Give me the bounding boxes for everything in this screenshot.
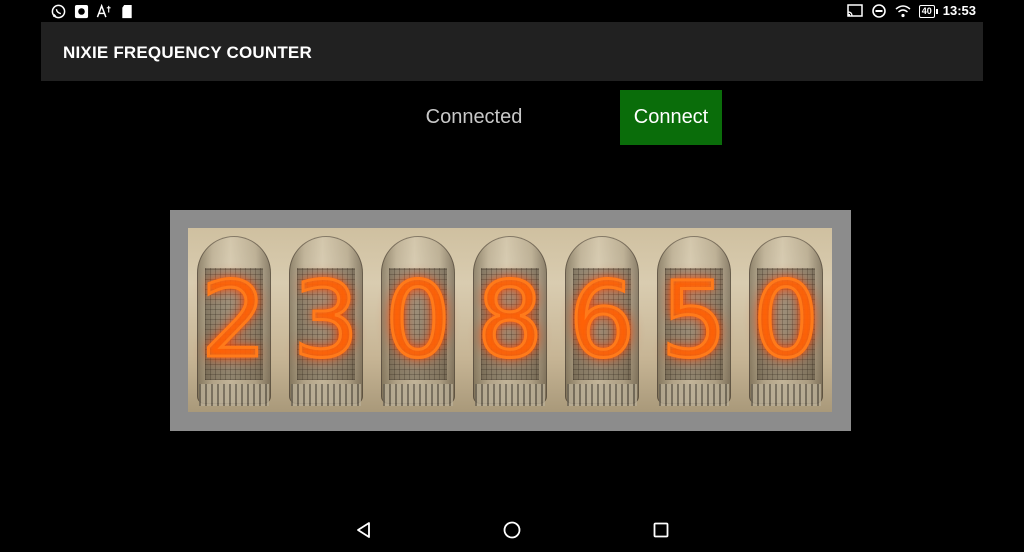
nixie-tube: 0: [372, 228, 464, 412]
status-bar: 40 13:53: [0, 0, 1024, 22]
tube-base: [383, 384, 453, 406]
back-icon[interactable]: [354, 520, 374, 540]
screen: 40 13:53 NIXIE FREQUENCY COUNTER Connect…: [0, 0, 1024, 552]
nixie-digit: 6: [567, 259, 636, 381]
navigation-bar: [0, 508, 1024, 552]
tube-base: [199, 384, 269, 406]
nixie-digit: 0: [383, 259, 452, 381]
tube-base: [291, 384, 361, 406]
nixie-digit: 2: [199, 259, 268, 381]
tube-base: [475, 384, 545, 406]
nixie-digit: 0: [751, 259, 820, 381]
battery-icon: 40: [918, 4, 938, 18]
nixie-display: 2308650: [170, 210, 851, 431]
nixie-digit: 8: [475, 259, 544, 381]
tube-base: [659, 384, 729, 406]
nixie-tube-row: 2308650: [188, 228, 832, 412]
nixie-tube: 6: [556, 228, 648, 412]
wifi-icon: [895, 3, 911, 19]
nixie-tube: 5: [648, 228, 740, 412]
nixie-tube: 8: [464, 228, 556, 412]
nixie-tube: 0: [740, 228, 832, 412]
font-icon: [96, 3, 112, 19]
notification-icons: [50, 3, 135, 19]
sd-card-icon: [119, 3, 135, 19]
connect-button[interactable]: Connect: [620, 90, 722, 145]
do-not-disturb-icon: [871, 3, 887, 19]
system-icons: 40 13:53: [846, 3, 976, 19]
clock: 13:53: [942, 3, 976, 18]
nixie-digit: 3: [291, 259, 360, 381]
tube-base: [567, 384, 637, 406]
nixie-tube: 3: [280, 228, 372, 412]
camera-icon: [73, 3, 89, 19]
home-icon[interactable]: [502, 520, 522, 540]
tube-base: [751, 384, 821, 406]
connection-status-label: Connected: [425, 106, 523, 128]
whatsapp-icon: [50, 3, 66, 19]
app-title: NIXIE FREQUENCY COUNTER: [63, 43, 312, 62]
recents-icon[interactable]: [651, 520, 671, 540]
nixie-digit: 5: [659, 259, 728, 381]
app-bar: NIXIE FREQUENCY COUNTER: [41, 22, 983, 81]
cast-icon: [846, 3, 863, 19]
nixie-tube: 2: [188, 228, 280, 412]
